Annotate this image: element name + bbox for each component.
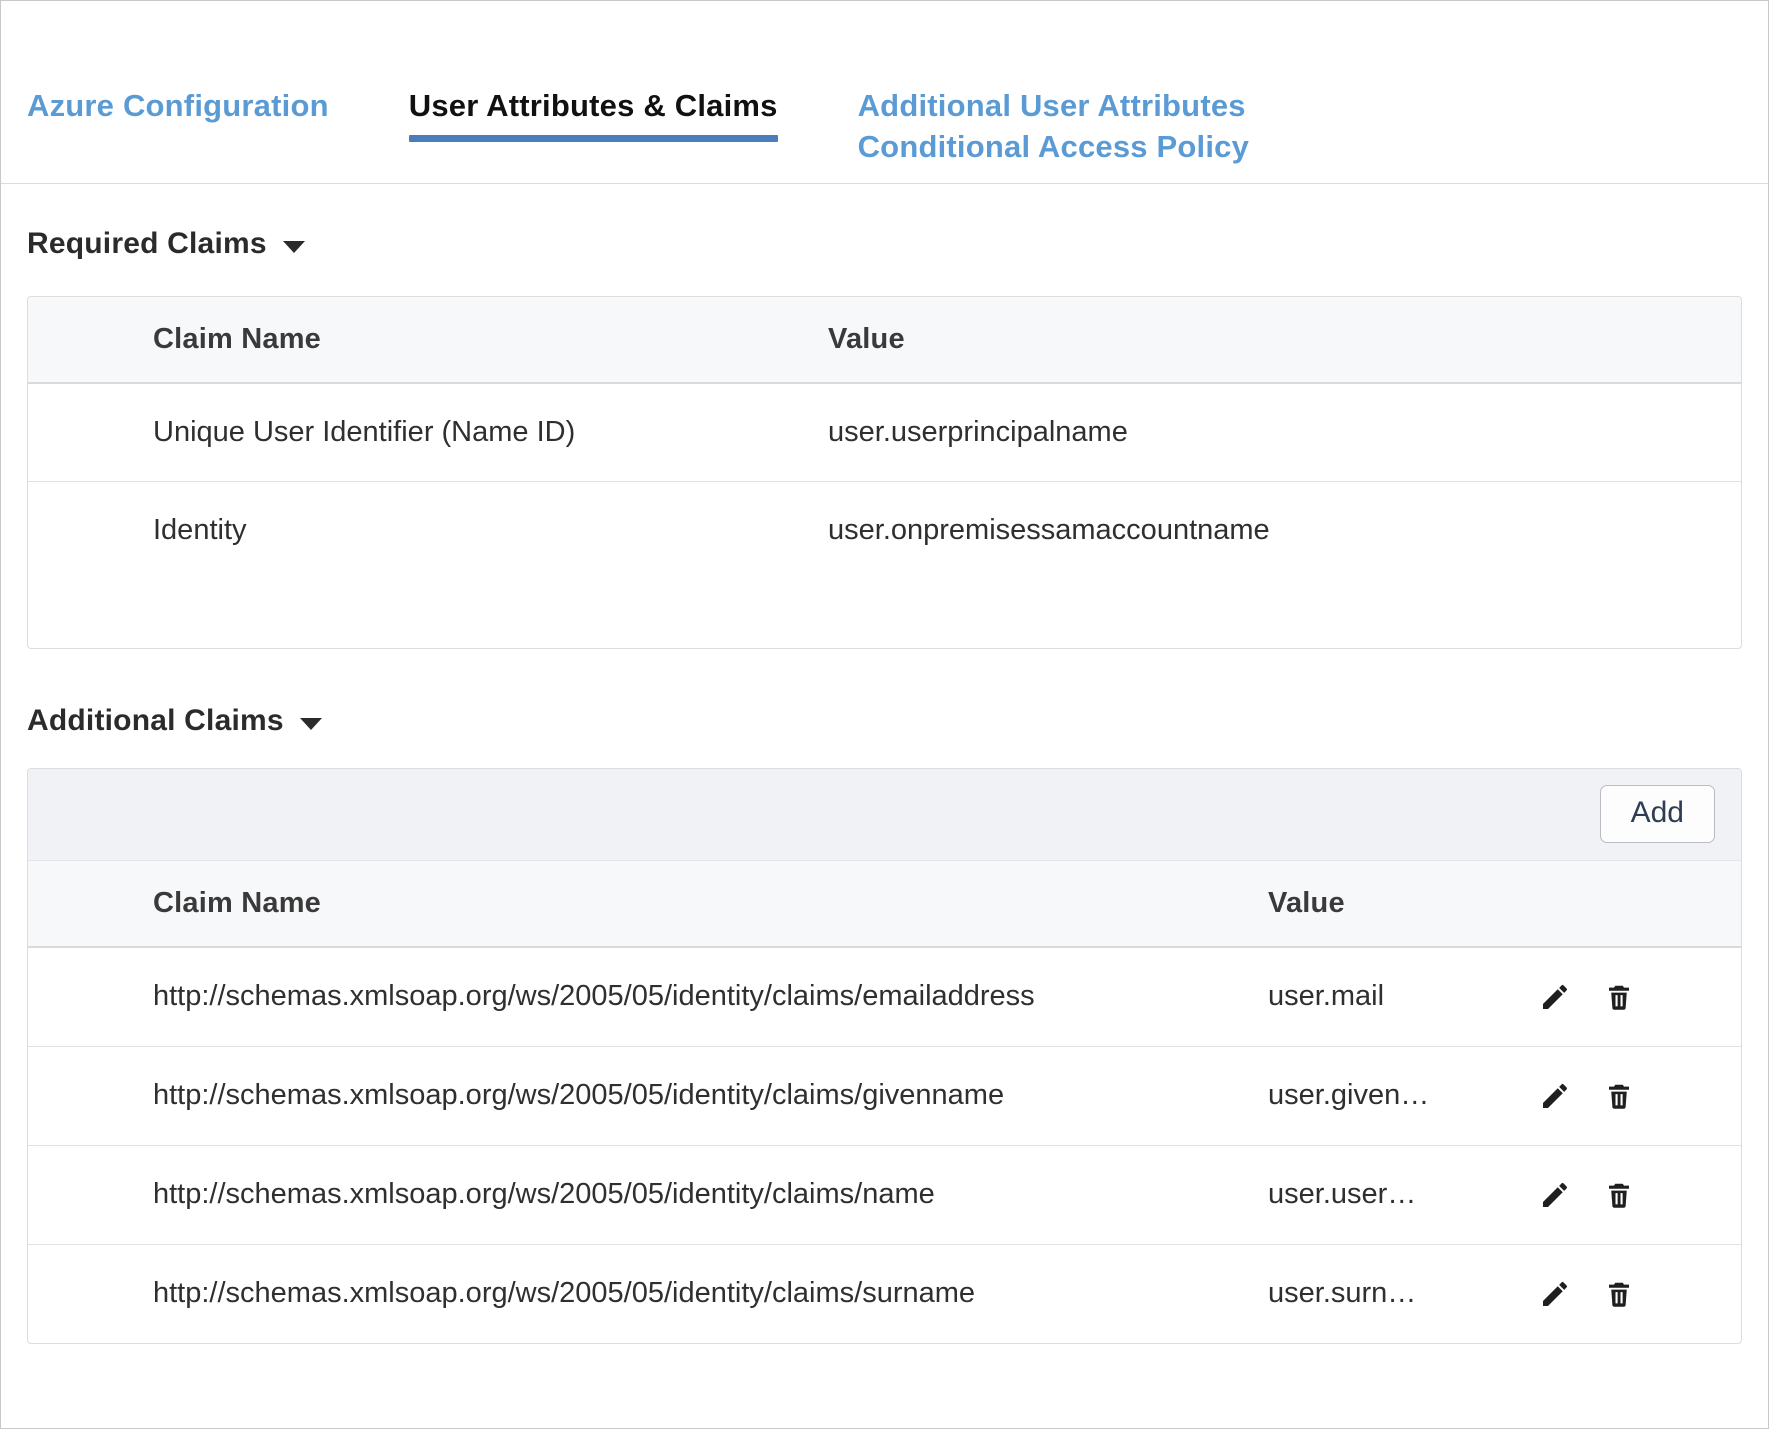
column-header-claim-name: Claim Name xyxy=(28,861,1268,947)
required-claims-table-head: Claim Name Value xyxy=(28,297,1741,383)
table-row: Identity user.onpremisessamaccountname xyxy=(28,481,1741,579)
trash-icon[interactable] xyxy=(1602,1277,1636,1311)
add-button[interactable]: Add xyxy=(1600,785,1715,843)
table-row: Unique User Identifier (Name ID) user.us… xyxy=(28,383,1741,482)
required-claims-section: Required Claims Claim Name Value Unique … xyxy=(1,227,1768,649)
additional-claims-toolbar: Add xyxy=(28,769,1741,861)
tab-user-attributes-claims[interactable]: User Attributes & Claims xyxy=(409,45,778,183)
claim-value-cell: user.mail xyxy=(1268,947,1538,1047)
claim-name-cell: http://schemas.xmlsoap.org/ws/2005/05/id… xyxy=(28,1145,1268,1244)
additional-claims-table: Claim Name Value http://schemas.xmlsoap.… xyxy=(28,861,1742,1343)
claim-value-cell: user.given… xyxy=(1268,1046,1538,1145)
row-actions-cell xyxy=(1538,1145,1742,1244)
chevron-down-icon[interactable] xyxy=(300,718,322,730)
table-row: http://schemas.xmlsoap.org/ws/2005/05/id… xyxy=(28,1145,1742,1244)
column-header-claim-name: Claim Name xyxy=(28,297,828,383)
additional-claims-panel: Add Claim Name Value http://schemas.xmls… xyxy=(27,768,1742,1344)
table-row: http://schemas.xmlsoap.org/ws/2005/05/id… xyxy=(28,947,1742,1047)
pencil-icon[interactable] xyxy=(1538,1277,1572,1311)
table-row: http://schemas.xmlsoap.org/ws/2005/05/id… xyxy=(28,1046,1742,1145)
row-actions-cell xyxy=(1538,1046,1742,1145)
claim-value-cell: user.onpremisessamaccountname xyxy=(828,481,1741,579)
required-claims-panel: Claim Name Value Unique User Identifier … xyxy=(27,296,1742,649)
additional-claims-table-body: http://schemas.xmlsoap.org/ws/2005/05/id… xyxy=(28,947,1742,1343)
claim-name-cell: Identity xyxy=(28,481,828,579)
tab-additional-user-attributes-label: Additional User Attributes Conditional A… xyxy=(858,88,1249,164)
pencil-icon[interactable] xyxy=(1538,980,1572,1014)
tab-user-attributes-claims-label: User Attributes & Claims xyxy=(409,88,778,123)
chevron-down-icon[interactable] xyxy=(283,241,305,253)
required-claims-heading-label: Required Claims xyxy=(27,227,267,261)
tab-active-underline xyxy=(409,135,778,142)
trash-icon[interactable] xyxy=(1602,980,1636,1014)
claim-name-cell: Unique User Identifier (Name ID) xyxy=(28,383,828,482)
pencil-icon[interactable] xyxy=(1538,1079,1572,1113)
row-actions-cell xyxy=(1538,1244,1742,1343)
additional-claims-heading-label: Additional Claims xyxy=(27,704,284,738)
trash-icon[interactable] xyxy=(1602,1079,1636,1113)
additional-claims-section: Additional Claims Add Claim Name Value h… xyxy=(1,704,1768,1344)
table-header-row: Claim Name Value xyxy=(28,861,1742,947)
column-header-value: Value xyxy=(828,297,1741,383)
required-claims-table-body: Unique User Identifier (Name ID) user.us… xyxy=(28,383,1741,579)
pencil-icon[interactable] xyxy=(1538,1178,1572,1212)
trash-icon[interactable] xyxy=(1602,1178,1636,1212)
claim-value-cell: user.surn… xyxy=(1268,1244,1538,1343)
claim-name-cell: http://schemas.xmlsoap.org/ws/2005/05/id… xyxy=(28,1046,1268,1145)
column-header-actions xyxy=(1538,861,1742,947)
tab-azure-configuration-label: Azure Configuration xyxy=(27,88,329,123)
claim-name-cell: http://schemas.xmlsoap.org/ws/2005/05/id… xyxy=(28,1244,1268,1343)
table-row: http://schemas.xmlsoap.org/ws/2005/05/id… xyxy=(28,1244,1742,1343)
tab-bar: Azure Configuration User Attributes & Cl… xyxy=(1,1,1768,184)
tab-azure-configuration[interactable]: Azure Configuration xyxy=(27,45,329,127)
claim-name-cell: http://schemas.xmlsoap.org/ws/2005/05/id… xyxy=(28,947,1268,1047)
claim-value-cell: user.userprincipalname xyxy=(828,383,1741,482)
tab-additional-user-attributes-conditional-access-policy[interactable]: Additional User Attributes Conditional A… xyxy=(858,45,1249,168)
additional-claims-heading[interactable]: Additional Claims xyxy=(27,704,1742,738)
additional-claims-table-head: Claim Name Value xyxy=(28,861,1742,947)
column-header-value: Value xyxy=(1268,861,1538,947)
table-header-row: Claim Name Value xyxy=(28,297,1741,383)
required-claims-table: Claim Name Value Unique User Identifier … xyxy=(28,297,1741,579)
claim-value-cell: user.user… xyxy=(1268,1145,1538,1244)
required-claims-heading[interactable]: Required Claims xyxy=(27,227,1742,261)
row-actions-cell xyxy=(1538,947,1742,1047)
claims-configuration-page: Azure Configuration User Attributes & Cl… xyxy=(0,0,1769,1429)
